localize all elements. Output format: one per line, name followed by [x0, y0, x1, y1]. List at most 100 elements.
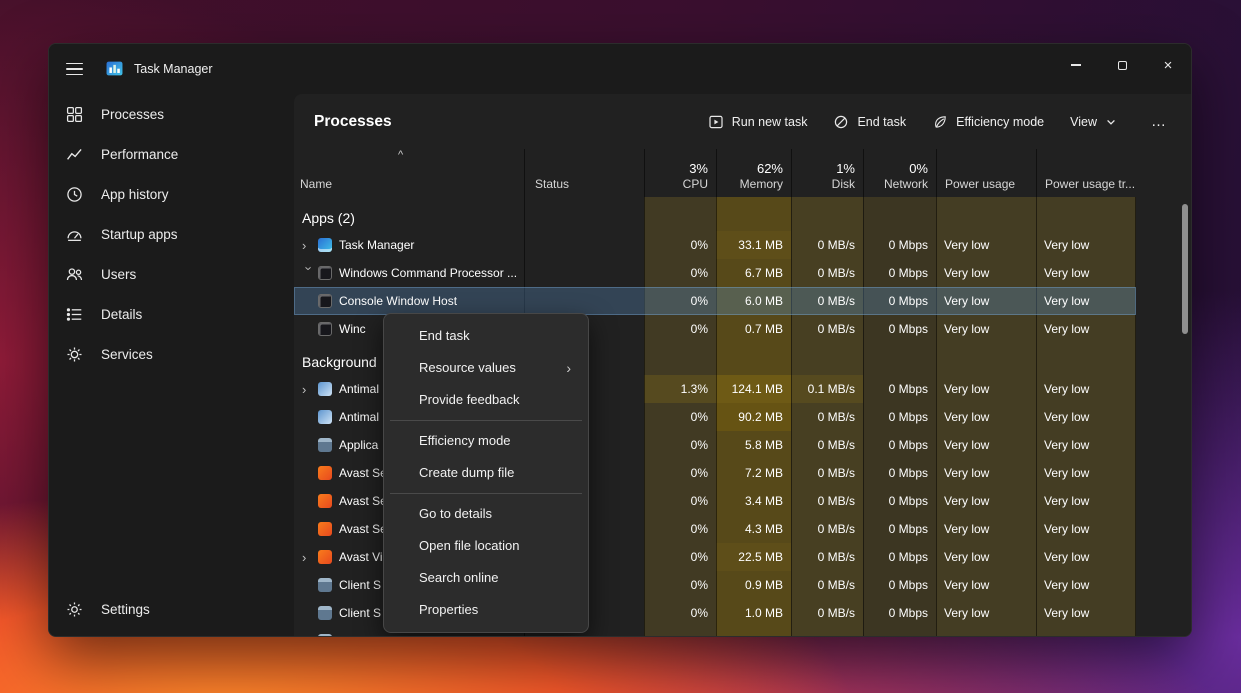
settings-gear-icon — [66, 601, 83, 618]
network-cell: 0 Mbps — [863, 487, 936, 515]
memory-cell: 33.1 MB — [716, 231, 791, 259]
end-task-button[interactable]: End task — [833, 114, 906, 130]
chevron-down-icon[interactable]: › — [302, 266, 317, 282]
network-cell: 0 Mbps — [863, 403, 936, 431]
chevron-right-icon[interactable]: › — [302, 550, 318, 565]
power-usage-cell: Very low — [936, 487, 1036, 515]
table-row-task-manager[interactable]: ›Task Manager 0% 33.1 MB 0 MB/s 0 Mbps V… — [294, 231, 1136, 259]
disk-cell: 0 MB/s — [791, 431, 863, 459]
process-name: Client S — [339, 606, 381, 620]
power-trend-cell: Very low — [1036, 459, 1136, 487]
app-history-icon — [66, 186, 83, 203]
scrollbar-thumb[interactable] — [1182, 204, 1188, 334]
menu-item-end-task[interactable]: End task — [389, 320, 583, 352]
sidebar-item-details[interactable]: Details — [49, 294, 294, 334]
command-prompt-icon — [318, 294, 332, 308]
cpu-cell: 0% — [644, 487, 716, 515]
cpu-cell: 0% — [644, 431, 716, 459]
sidebar-item-services[interactable]: Services — [49, 334, 294, 374]
memory-cell: 6.7 MB — [716, 259, 791, 287]
menu-item-provide-feedback[interactable]: Provide feedback — [389, 384, 583, 416]
column-header-power-usage[interactable]: Power usage — [936, 149, 1036, 197]
cpu-cell: 0% — [644, 287, 716, 315]
column-header-power-usage-trend[interactable]: Power usage tr... — [1036, 149, 1136, 197]
menu-separator — [390, 493, 582, 494]
process-name: Client S — [339, 578, 381, 592]
menu-item-create-dump-file[interactable]: Create dump file — [389, 457, 583, 489]
power-trend-cell: Very low — [1036, 487, 1136, 515]
sidebar-item-performance[interactable]: Performance — [49, 134, 294, 174]
column-header-status[interactable]: Status — [524, 149, 644, 197]
task-manager-icon — [318, 238, 332, 252]
task-manager-app-icon — [106, 60, 123, 77]
run-new-task-button[interactable]: Run new task — [708, 114, 808, 130]
cpu-cell: 0% — [644, 231, 716, 259]
close-button[interactable]: × — [1145, 44, 1191, 86]
network-cell: 0 Mbps — [863, 315, 936, 343]
network-total-percent: 0% — [864, 161, 928, 176]
sidebar: Processes Performance App history Startu… — [49, 94, 294, 636]
disk-cell: 0 MB/s — [791, 515, 863, 543]
power-trend-cell: Very low — [1036, 543, 1136, 571]
column-header-network[interactable]: 0%Network — [863, 149, 936, 197]
sidebar-item-processes[interactable]: Processes — [49, 94, 294, 134]
memory-cell: 124.1 MB — [716, 375, 791, 403]
table-row-windows-command-processor[interactable]: ›Windows Command Processor ... 0% 6.7 MB… — [294, 259, 1136, 287]
menu-item-resource-values[interactable]: Resource values› — [389, 352, 583, 384]
chevron-right-icon[interactable]: › — [302, 382, 318, 397]
menu-item-properties[interactable]: Properties — [389, 594, 583, 626]
disk-cell: 0 MB/s — [791, 287, 863, 315]
sidebar-item-startup-apps[interactable]: Startup apps — [49, 214, 294, 254]
vertical-scrollbar[interactable] — [1182, 204, 1188, 334]
menu-item-efficiency-mode[interactable]: Efficiency mode — [389, 425, 583, 457]
menu-item-go-to-details[interactable]: Go to details — [389, 498, 583, 530]
status-cell — [524, 231, 644, 259]
memory-cell: 5.8 MB — [716, 431, 791, 459]
cpu-cell: 0% — [644, 459, 716, 487]
process-name: Applica — [339, 438, 378, 452]
avast-icon — [318, 522, 332, 536]
column-header-name[interactable]: ^ Name — [294, 149, 524, 197]
process-name: Task Manager — [339, 238, 414, 252]
disk-cell: 0 MB/s — [791, 599, 863, 627]
run-new-task-label: Run new task — [732, 115, 808, 129]
context-menu: End task Resource values› Provide feedba… — [383, 313, 589, 633]
cpu-cell: 0% — [644, 259, 716, 287]
services-icon — [66, 346, 83, 363]
process-name: Avast Se — [339, 522, 387, 536]
network-cell: 0 Mbps — [863, 259, 936, 287]
command-prompt-icon — [318, 322, 332, 336]
chevron-right-icon[interactable]: › — [302, 238, 318, 253]
process-name: Antimal — [339, 410, 379, 424]
memory-cell: 1.0 MB — [716, 599, 791, 627]
sidebar-item-label: Services — [101, 347, 153, 362]
menu-item-open-file-location[interactable]: Open file location — [389, 530, 583, 562]
cpu-cell: 0% — [644, 403, 716, 431]
column-header-cpu[interactable]: 3%CPU — [644, 149, 716, 197]
network-cell: 0 Mbps — [863, 571, 936, 599]
disk-cell: 0 MB/s — [791, 543, 863, 571]
process-name: Antimal — [339, 382, 379, 396]
sidebar-item-app-history[interactable]: App history — [49, 174, 294, 214]
sidebar-item-settings[interactable]: Settings — [49, 589, 294, 629]
maximize-button[interactable] — [1099, 44, 1145, 86]
table-row-console-window-host-selected[interactable]: Console Window Host 0% 6.0 MB 0 MB/s 0 M… — [294, 287, 1136, 315]
group-header-apps[interactable]: Apps (2) — [294, 205, 1136, 231]
minimize-button[interactable] — [1053, 44, 1099, 86]
more-options-button[interactable]: … — [1143, 113, 1167, 130]
view-dropdown-button[interactable]: View — [1070, 115, 1117, 129]
memory-cell — [716, 627, 791, 636]
memory-cell: 4.3 MB — [716, 515, 791, 543]
efficiency-mode-button[interactable]: Efficiency mode — [932, 114, 1044, 130]
menu-item-search-online[interactable]: Search online — [389, 562, 583, 594]
sidebar-item-users[interactable]: Users — [49, 254, 294, 294]
sidebar-item-label: Performance — [101, 147, 178, 162]
power-usage-cell: Very low — [936, 543, 1036, 571]
system-process-icon — [318, 578, 332, 592]
hamburger-menu-button[interactable] — [65, 58, 99, 80]
memory-cell: 0.7 MB — [716, 315, 791, 343]
column-header-memory[interactable]: 62%Memory — [716, 149, 791, 197]
avast-icon — [318, 494, 332, 508]
column-header-disk[interactable]: 1%Disk — [791, 149, 863, 197]
memory-cell: 22.5 MB — [716, 543, 791, 571]
